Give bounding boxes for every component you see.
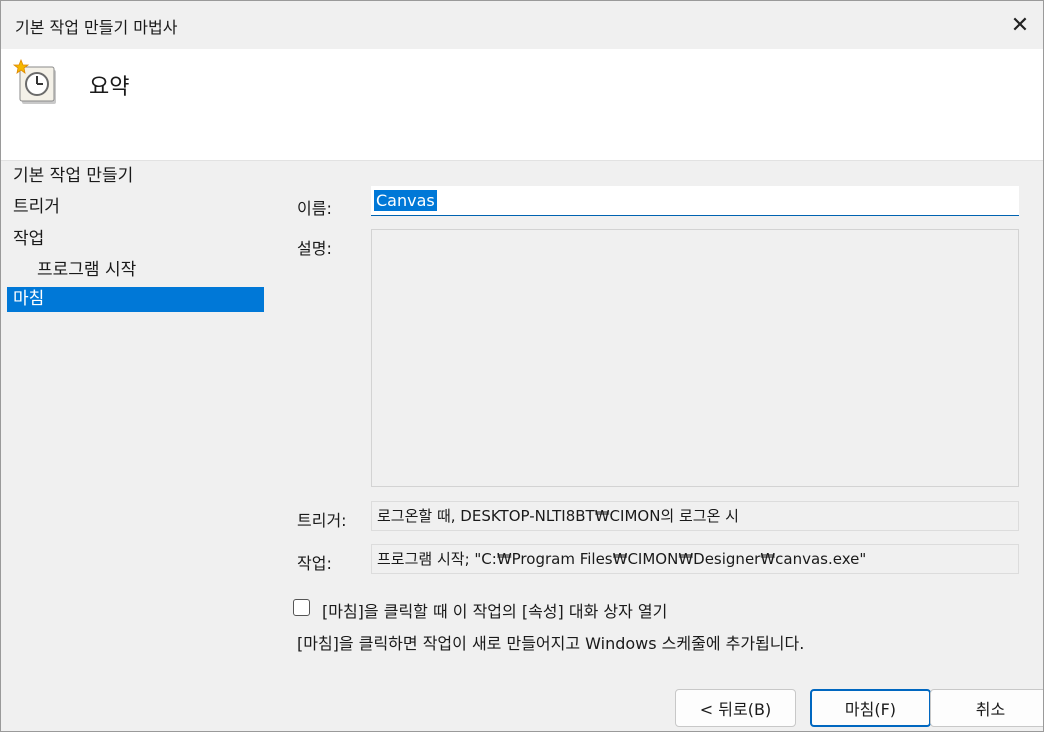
description-label: 설명: bbox=[297, 239, 332, 258]
open-properties-label[interactable]: [마침]을 클릭할 때 이 작업의 [속성] 대화 상자 열기 bbox=[322, 598, 667, 622]
cancel-button[interactable]: 취소 bbox=[930, 689, 1043, 727]
description-input[interactable] bbox=[371, 229, 1019, 487]
name-input-value: Canvas bbox=[374, 190, 437, 211]
nav-step-action[interactable]: 작업 bbox=[13, 224, 44, 249]
action-summary-field: 프로그램 시작; "C:₩Program Files₩CIMON₩Designe… bbox=[371, 544, 1019, 574]
close-button[interactable]: ✕ bbox=[997, 1, 1043, 49]
page-title: 요약 bbox=[89, 75, 130, 100]
wizard-step-list: 기본 작업 만들기 트리거 작업 프로그램 시작 마침 bbox=[1, 161, 273, 341]
wizard-header: 요약 bbox=[1, 49, 1043, 161]
nav-step-start-program[interactable]: 프로그램 시작 bbox=[37, 255, 136, 280]
open-properties-checkbox[interactable] bbox=[293, 599, 310, 616]
name-label: 이름: bbox=[297, 199, 332, 218]
nav-step-create-basic-task[interactable]: 기본 작업 만들기 bbox=[13, 161, 133, 186]
finish-button[interactable]: 마침(F) bbox=[810, 689, 931, 727]
action-label: 작업: bbox=[297, 554, 332, 573]
finish-note: [마침]을 클릭하면 작업이 새로 만들어지고 Windows 스케줄에 추가됩… bbox=[297, 634, 805, 653]
window-title: 기본 작업 만들기 마법사 bbox=[15, 18, 178, 37]
close-icon: ✕ bbox=[1010, 12, 1030, 38]
name-input[interactable]: Canvas bbox=[371, 186, 1019, 216]
trigger-summary-field: 로그온할 때, DESKTOP-NLTI8BT₩CIMON의 로그온 시 bbox=[371, 501, 1019, 531]
trigger-label: 트리거: bbox=[297, 511, 347, 530]
nav-step-trigger[interactable]: 트리거 bbox=[13, 192, 60, 217]
nav-step-finish[interactable]: 마침 bbox=[7, 287, 264, 312]
wizard-window: 기본 작업 만들기 마법사 ✕ 요약 기본 작업 만들기 트리거 작업 프로그램… bbox=[0, 0, 1044, 732]
task-scheduler-clock-icon bbox=[13, 59, 56, 104]
title-bar: 기본 작업 만들기 마법사 ✕ bbox=[1, 1, 1043, 49]
back-button[interactable]: < 뒤로(B) bbox=[675, 689, 796, 727]
